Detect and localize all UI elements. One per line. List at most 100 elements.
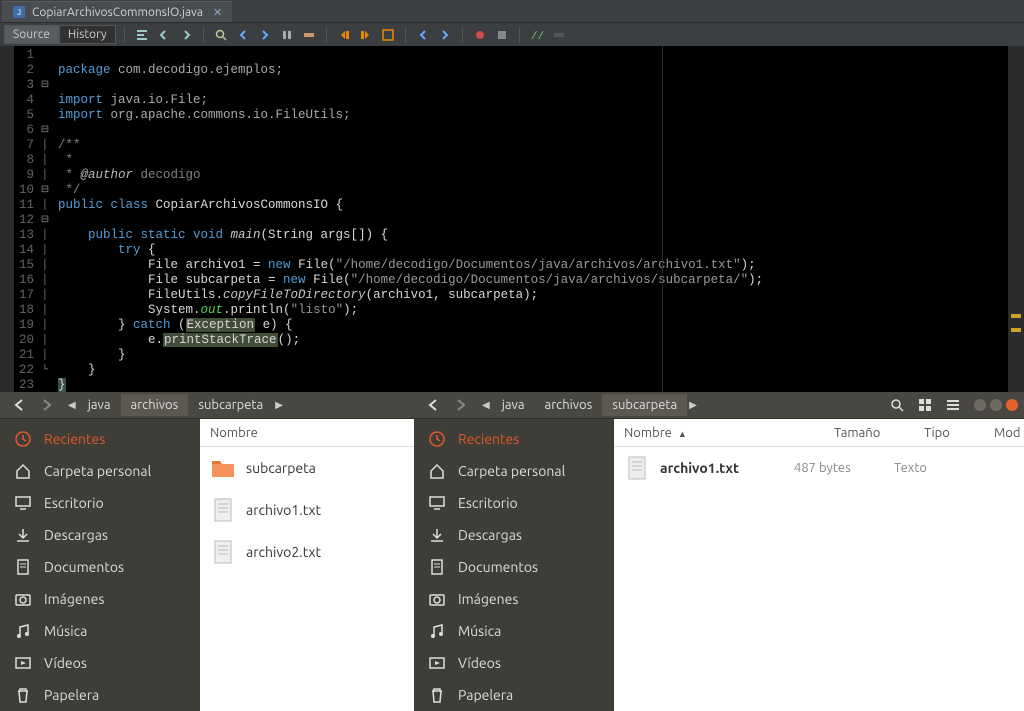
- sidebar-item-download[interactable]: Descargas: [0, 519, 200, 551]
- forward-button[interactable]: [34, 392, 60, 418]
- move-right-icon[interactable]: [177, 26, 195, 44]
- text-file-icon: [624, 455, 650, 481]
- source-tab-button[interactable]: Source: [4, 25, 59, 44]
- sidebar-item-camera[interactable]: Imágenes: [414, 583, 614, 615]
- sidebar-item-clock[interactable]: Recientes: [414, 423, 614, 455]
- sidebar-item-document[interactable]: Documentos: [0, 551, 200, 583]
- outdent-icon[interactable]: [335, 26, 353, 44]
- list-item[interactable]: archivo2.txt: [200, 531, 414, 573]
- column-type[interactable]: Tipo: [914, 420, 984, 446]
- sidebar-item-video[interactable]: Vídeos: [0, 647, 200, 679]
- folder-icon: [210, 455, 236, 481]
- sidebar-item-trash[interactable]: Papelera: [414, 679, 614, 711]
- list-item[interactable]: archivo1.txt 487 bytes Texto: [614, 447, 1024, 489]
- file-list-pane: Nombre subcarpeta archivo1.txt archivo2.…: [200, 419, 414, 711]
- sidebar-item-camera[interactable]: Imágenes: [0, 583, 200, 615]
- path-segment[interactable]: java: [492, 394, 535, 416]
- code-area[interactable]: package com.decodigo.ejemplos; import ja…: [52, 46, 1008, 392]
- ide-toolbar: Source History //: [0, 22, 1024, 46]
- document-icon: [428, 558, 446, 576]
- sidebar-item-desktop[interactable]: Escritorio: [0, 487, 200, 519]
- step-back-icon[interactable]: [414, 26, 432, 44]
- chevron-right-icon[interactable]: ▶: [273, 399, 285, 411]
- toggle-watch-icon[interactable]: [493, 26, 511, 44]
- ide-tab-bar: J CopiarArchivosCommonsIO.java ✕: [0, 0, 1024, 22]
- column-headers[interactable]: Nombre: [200, 419, 414, 447]
- ide-editor: J CopiarArchivosCommonsIO.java ✕ Source …: [0, 0, 1024, 392]
- editor-tab[interactable]: J CopiarArchivosCommonsIO.java ✕: [2, 1, 232, 22]
- search-button[interactable]: [884, 392, 910, 418]
- sidebar-item-label: Documentos: [44, 559, 124, 575]
- reformat-icon[interactable]: [133, 26, 151, 44]
- next-match-icon[interactable]: [256, 26, 274, 44]
- find-icon[interactable]: [212, 26, 230, 44]
- path-segment-active[interactable]: subcarpeta: [602, 394, 687, 416]
- back-button[interactable]: [420, 392, 446, 418]
- path-segment-active[interactable]: archivos: [121, 394, 189, 416]
- diff-bar-icon[interactable]: [278, 26, 296, 44]
- path-segment[interactable]: subcarpeta: [188, 394, 273, 416]
- list-item[interactable]: archivo1.txt: [200, 489, 414, 531]
- file-name: archivo1.txt: [246, 502, 321, 518]
- sidebar-item-download[interactable]: Descargas: [414, 519, 614, 551]
- warning-marker[interactable]: [1011, 328, 1021, 332]
- sidebar-item-label: Descargas: [458, 527, 522, 543]
- prev-match-icon[interactable]: [234, 26, 252, 44]
- column-modified[interactable]: Mod: [984, 420, 1024, 446]
- maximize-button[interactable]: [990, 399, 1002, 411]
- music-icon: [428, 622, 446, 640]
- sidebar-item-label: Papelera: [44, 687, 99, 703]
- history-tab-button[interactable]: History: [59, 25, 116, 44]
- move-left-icon[interactable]: [155, 26, 173, 44]
- path-segment[interactable]: archivos: [535, 394, 603, 416]
- sidebar-item-label: Documentos: [458, 559, 538, 575]
- code-fold-gutter[interactable]: ⊟ ⊟│││ ⊟│ ⊟│││││││││└: [38, 46, 52, 392]
- sidebar-item-music[interactable]: Música: [0, 615, 200, 647]
- close-icon[interactable]: ✕: [213, 6, 222, 19]
- indent-icon[interactable]: [357, 26, 375, 44]
- minimize-button[interactable]: [974, 399, 986, 411]
- sidebar-item-document[interactable]: Documentos: [414, 551, 614, 583]
- sidebar-item-home[interactable]: Carpeta personal: [0, 455, 200, 487]
- chevron-left-icon[interactable]: ◀: [66, 399, 78, 411]
- file-list-pane: Nombre▲ Tamaño Tipo Mod archivo1.txt 487…: [614, 419, 1024, 711]
- grid-view-button[interactable]: [912, 392, 938, 418]
- sidebar-item-clock[interactable]: Recientes: [0, 423, 200, 455]
- places-sidebar: RecientesCarpeta personalEscritorio Desca…: [414, 419, 614, 711]
- chevron-right-icon[interactable]: ▶: [687, 399, 699, 411]
- editor-tab-label: CopiarArchivosCommonsIO.java: [32, 6, 203, 19]
- chevron-left-icon[interactable]: ◀: [480, 399, 492, 411]
- step-forward-icon[interactable]: [436, 26, 454, 44]
- sidebar-item-video[interactable]: Vídeos: [414, 647, 614, 679]
- sidebar-item-desktop[interactable]: Escritorio: [414, 487, 614, 519]
- file-type: Texto: [894, 461, 964, 475]
- uncomment-icon[interactable]: [550, 26, 568, 44]
- toolbar-separator: [405, 27, 406, 43]
- sidebar-item-home[interactable]: Carpeta personal: [414, 455, 614, 487]
- format-code-icon[interactable]: [379, 26, 397, 44]
- comment-icon[interactable]: //: [528, 26, 546, 44]
- sidebar-item-trash[interactable]: Papelera: [0, 679, 200, 711]
- line-number-gutter: 1234567891011121314151617181920212223: [14, 46, 38, 392]
- path-segment[interactable]: java: [78, 394, 121, 416]
- error-stripe[interactable]: [1008, 46, 1024, 392]
- file-size: 487 bytes: [794, 461, 884, 475]
- column-name[interactable]: Nombre▲: [614, 420, 824, 446]
- menu-button[interactable]: [940, 392, 966, 418]
- download-icon: [14, 526, 32, 544]
- list-item[interactable]: subcarpeta: [200, 447, 414, 489]
- toolbar-separator: [326, 27, 327, 43]
- forward-button[interactable]: [448, 392, 474, 418]
- column-size[interactable]: Tamaño: [824, 420, 914, 446]
- fm-toolbar: ◀ java archivos subcarpeta ▶: [414, 392, 1024, 419]
- close-window-button[interactable]: [1006, 399, 1018, 411]
- back-button[interactable]: [6, 392, 32, 418]
- toggle-highlight-icon[interactable]: [300, 26, 318, 44]
- svg-text:J: J: [17, 9, 22, 18]
- file-manager-right: ◀ java archivos subcarpeta ▶ RecientesCa…: [414, 392, 1024, 687]
- column-headers[interactable]: Nombre▲ Tamaño Tipo Mod: [614, 419, 1024, 447]
- warning-marker[interactable]: [1011, 314, 1021, 318]
- breakpoint-icon[interactable]: [471, 26, 489, 44]
- sidebar-item-music[interactable]: Música: [414, 615, 614, 647]
- column-name[interactable]: Nombre: [200, 420, 414, 446]
